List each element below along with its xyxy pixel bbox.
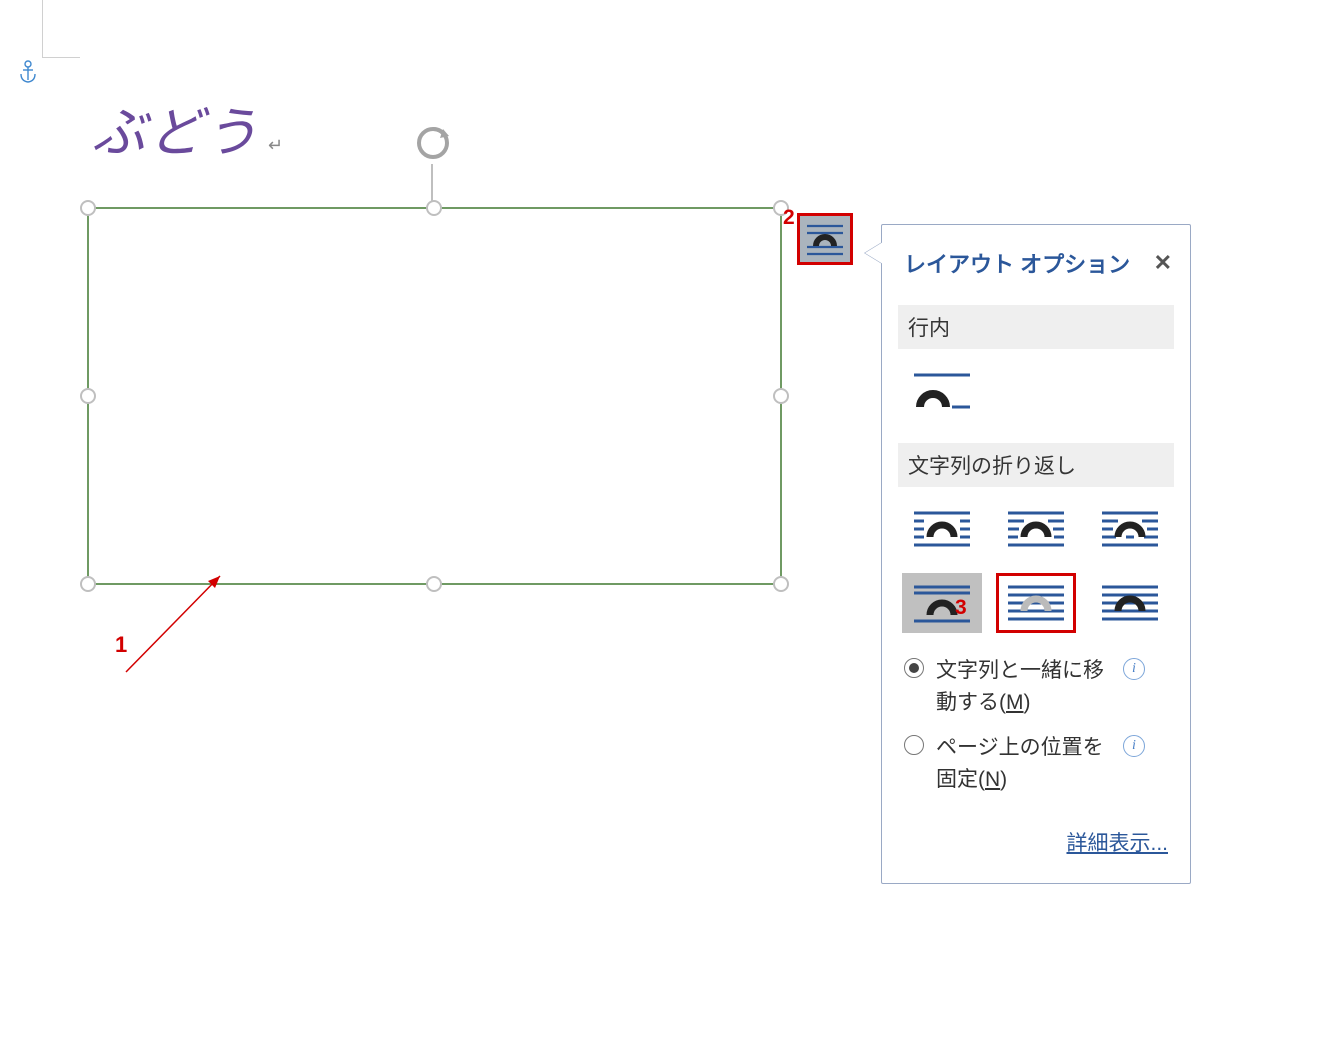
rotate-handle-icon[interactable] [415, 125, 451, 166]
paragraph-mark: ↵ [268, 135, 285, 155]
page-corner-marker [42, 0, 80, 58]
resize-handle-br[interactable] [773, 576, 789, 592]
callout-pointer [865, 242, 883, 264]
resize-handle-bl[interactable] [80, 576, 96, 592]
resize-handle-tl[interactable] [80, 200, 96, 216]
document-title: ぶどう ↵ [92, 88, 285, 167]
resize-handle-tc[interactable] [426, 200, 442, 216]
annotation-arrow-1 [116, 564, 236, 684]
radio-move-with-text[interactable]: 文字列と一緒に移動する(M) i [882, 647, 1190, 724]
section-label-inline: 行内 [898, 305, 1174, 349]
radio-selected-icon [904, 658, 924, 678]
inline-icon-row [882, 361, 1190, 435]
wrap-icon-through[interactable] [1090, 499, 1170, 559]
wrap-icon-behind[interactable] [996, 573, 1076, 633]
title-text: ぶどう [92, 103, 260, 163]
wrap-icon-row-2 [882, 573, 1190, 647]
wrap-icon-inline[interactable] [902, 361, 982, 421]
wrap-icon-tight[interactable] [996, 499, 1076, 559]
resize-handle-ml[interactable] [80, 388, 96, 404]
resize-handle-bc[interactable] [426, 576, 442, 592]
info-icon[interactable]: i [1123, 658, 1145, 680]
details-link[interactable]: 詳細表示... [882, 801, 1190, 865]
wrap-icon-square[interactable] [902, 499, 982, 559]
selected-shape[interactable] [87, 207, 782, 585]
radio-fix-label: ページ上の位置を固定(N) [936, 732, 1111, 795]
anchor-icon [18, 60, 38, 89]
info-icon[interactable]: i [1123, 735, 1145, 757]
close-icon[interactable]: ✕ [1154, 250, 1172, 276]
wrap-icon-topbottom[interactable] [902, 573, 982, 633]
layout-options-button[interactable] [797, 213, 853, 265]
wrap-icon-front[interactable] [1090, 573, 1170, 633]
section-label-wrap: 文字列の折り返し [898, 443, 1174, 487]
layout-options-panel: レイアウト オプション ✕ 行内 文字列の折り返し [881, 224, 1191, 884]
resize-handle-mr[interactable] [773, 388, 789, 404]
radio-move-label: 文字列と一緒に移動する(M) [936, 655, 1111, 718]
radio-fix-position[interactable]: ページ上の位置を固定(N) i [882, 724, 1190, 801]
annotation-label-3: 3 [955, 596, 967, 620]
annotation-label-2: 2 [783, 206, 795, 230]
radio-unselected-icon [904, 735, 924, 755]
panel-header: レイアウト オプション ✕ [882, 225, 1190, 297]
wrap-icon-row-1 [882, 499, 1190, 573]
panel-title: レイアウト オプション [904, 247, 1130, 279]
